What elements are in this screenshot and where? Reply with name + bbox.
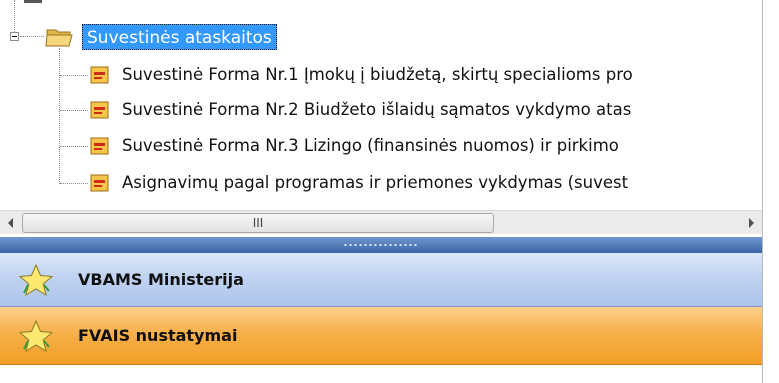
- report-icon: [90, 101, 109, 119]
- nav-label: VBAMS Ministerija: [78, 270, 244, 289]
- tree-root-label[interactable]: Suvestinės ataskaitos: [82, 24, 277, 50]
- pane-splitter[interactable]: [0, 237, 762, 253]
- scroll-left-arrow-icon[interactable]: [2, 211, 20, 235]
- tree-connector: [20, 36, 44, 37]
- tree-connector: [60, 75, 88, 76]
- splitter-grip: [343, 243, 419, 247]
- scroll-right-arrow-icon[interactable]: [742, 211, 760, 235]
- star-icon: [18, 319, 54, 353]
- open-folder-icon: [45, 29, 73, 47]
- tree-connector: [59, 48, 60, 184]
- collapse-toggle[interactable]: [10, 32, 19, 41]
- report-icon: [90, 137, 109, 155]
- tree-view[interactable]: Suvestinės ataskaitos Suvestinė Forma Nr…: [0, 0, 762, 196]
- tree-item-label: Asignavimų pagal programas ir priemones …: [122, 173, 629, 192]
- horizontal-scrollbar[interactable]: III: [0, 210, 762, 234]
- tree-item-label: Suvestinė Forma Nr.3 Lizingo (finansinės…: [122, 136, 619, 155]
- panel-bottom-area: [0, 365, 762, 383]
- tree-connector: [60, 110, 88, 111]
- panel-right-border: [762, 0, 779, 383]
- tree-item-label: Suvestinė Forma Nr.2 Biudžeto išlaidų są…: [122, 100, 632, 119]
- tree-item-label: Suvestinė Forma Nr.1 Įmokų į biudžetą, s…: [122, 65, 633, 84]
- scrollbar-thumb[interactable]: III: [22, 213, 494, 233]
- star-icon: [18, 263, 54, 297]
- tree-connector: [60, 183, 88, 184]
- nav-button-vbams-ministerija[interactable]: VBAMS Ministerija: [0, 253, 762, 307]
- scrollbar-grip: III: [252, 216, 264, 230]
- tree-connector: [60, 146, 88, 147]
- clipped-node-icon: [24, 0, 42, 3]
- nav-button-fvais-nustatymai[interactable]: FVAIS nustatymai: [0, 307, 762, 365]
- nav-label: FVAIS nustatymai: [78, 326, 238, 345]
- report-icon: [90, 174, 109, 192]
- report-icon: [90, 66, 109, 84]
